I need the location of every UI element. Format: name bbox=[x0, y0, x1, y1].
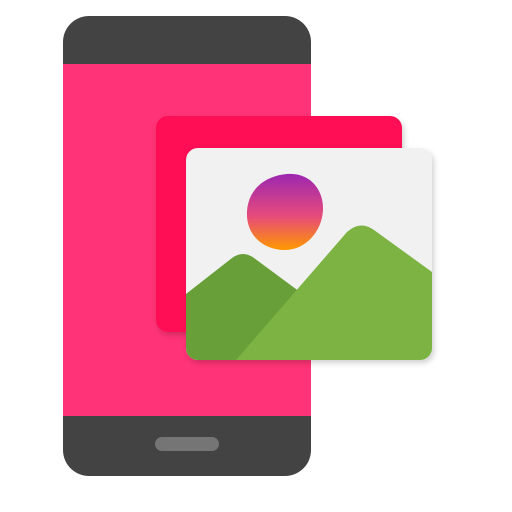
home-button bbox=[155, 437, 219, 451]
phone-gallery-app-icon bbox=[63, 16, 432, 476]
picture-icon bbox=[186, 148, 432, 360]
app-icon-canvas bbox=[0, 0, 512, 512]
